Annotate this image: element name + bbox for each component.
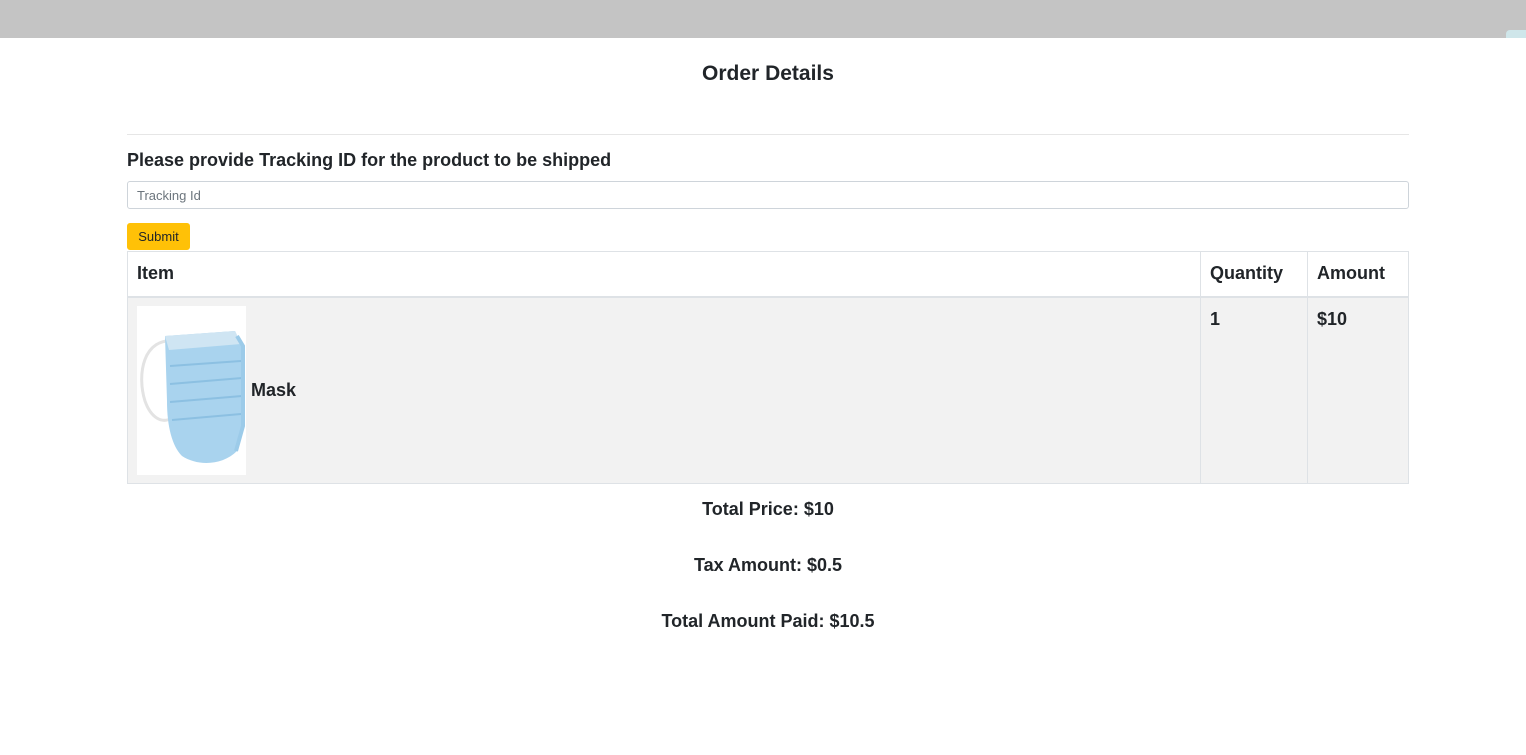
header-item: Item [127,251,1201,298]
submit-button[interactable]: Submit [127,223,190,250]
header-quantity: Quantity [1200,251,1308,298]
item-cell: Mask [127,296,1201,484]
total-amount-paid: Total Amount Paid: $10.5 [661,611,875,631]
header-amount: Amount [1307,251,1409,298]
tracking-id-input[interactable] [127,181,1409,209]
tracking-prompt: Please provide Tracking ID for the produ… [127,150,612,170]
modal-title: Order Details [702,62,834,85]
face-mask-image [137,305,246,475]
item-name: Mask [251,379,297,400]
tax-amount: Tax Amount: $0.5 [693,555,843,575]
order-items-table: Item Quantity Amount Mask 1 $10 [127,251,1409,484]
header-divider [127,134,1409,135]
backdrop-corner [1506,30,1526,38]
total-price: Total Price: $10 [702,499,834,519]
table-row: Mask 1 $10 [127,296,1409,484]
item-quantity: 1 [1210,308,1221,329]
item-quantity-cell: 1 [1200,296,1308,484]
order-details-modal: Order Details Please provide Tracking ID… [0,38,1526,755]
item-amount: $10 [1317,308,1348,329]
item-amount-cell: $10 [1307,296,1409,484]
table-header-row: Item Quantity Amount [127,251,1409,298]
backdrop-overlay [0,0,1526,38]
